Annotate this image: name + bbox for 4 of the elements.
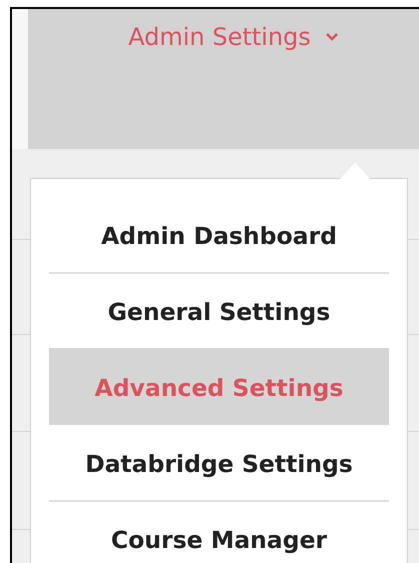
chevron-icon xyxy=(324,32,339,42)
menu-item[interactable]: Course Manager xyxy=(49,500,389,563)
menu-item[interactable]: Admin Dashboard xyxy=(49,196,389,273)
menu-item[interactable]: Databridge Settings xyxy=(49,424,389,501)
